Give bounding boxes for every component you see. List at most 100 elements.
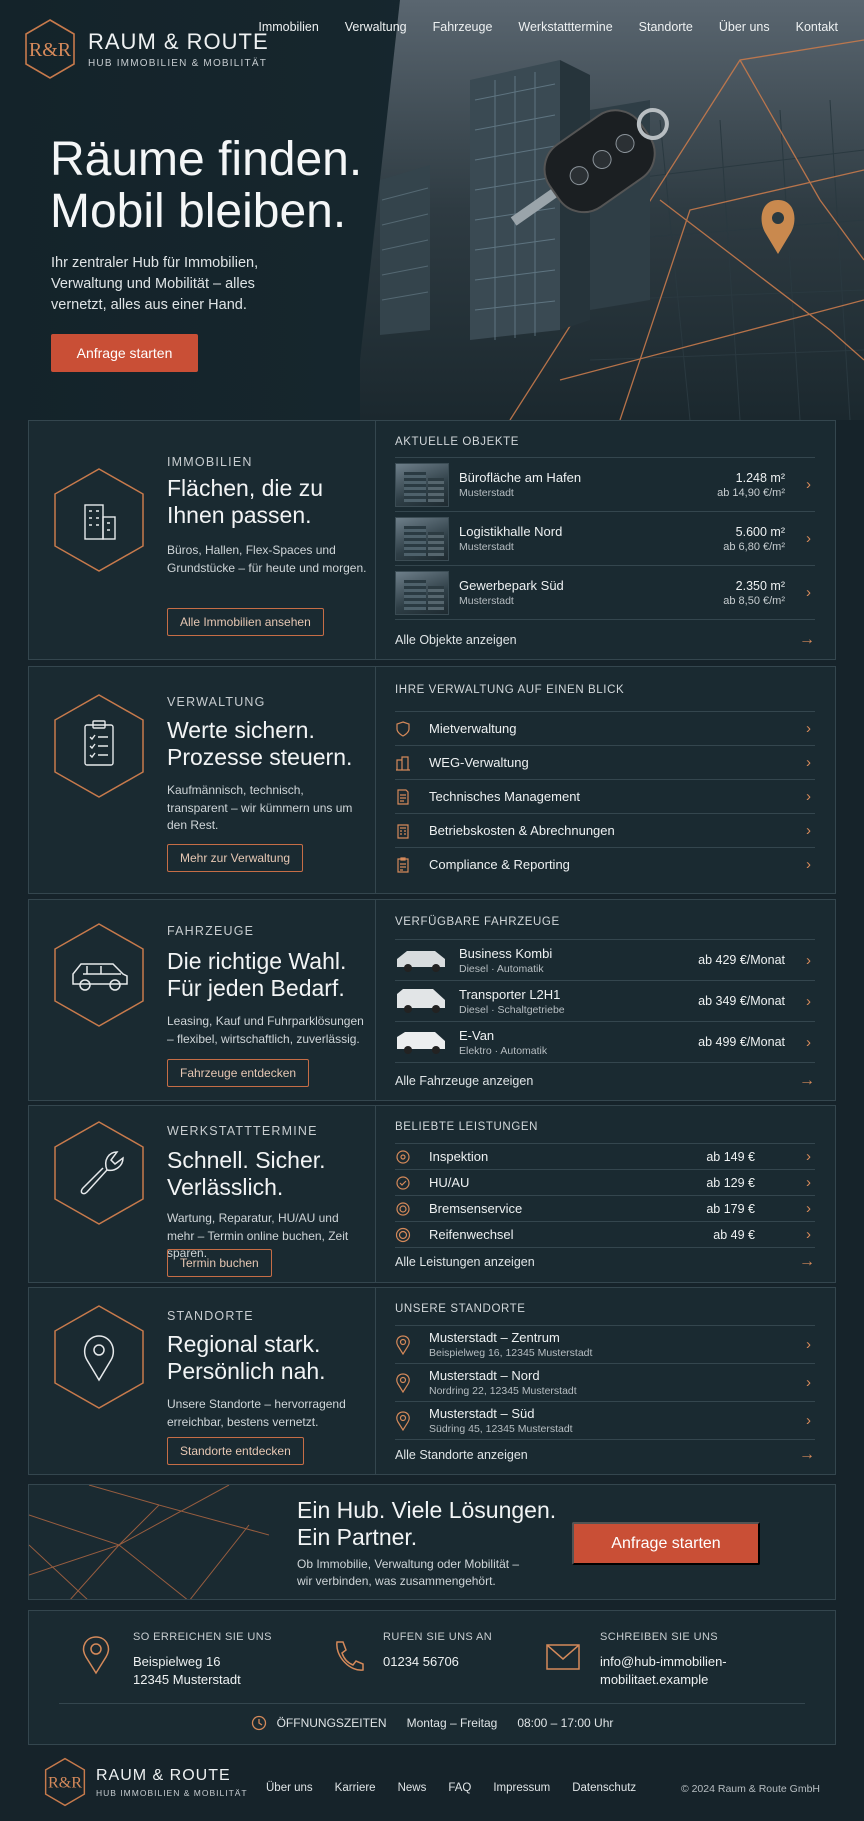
- footer-logo[interactable]: R&R RAUM & ROUTE HUB IMMOBILIEN & MOBILI…: [44, 1757, 248, 1807]
- section-verwaltung: VERWALTUNG Werte sichern. Prozesse steue…: [28, 666, 836, 894]
- arrow-right-icon: →: [799, 1072, 815, 1089]
- contact-phone[interactable]: RUFEN SIE UNS AN 01234 56706: [383, 1631, 492, 1671]
- nav-verwaltung[interactable]: Verwaltung: [345, 20, 407, 34]
- brand-subtitle: HUB IMMOBILIEN & MOBILITÄT: [88, 58, 267, 69]
- hero-text: Ihr zentraler Hub für Immobilien, Verwal…: [51, 255, 259, 313]
- list-item[interactable]: Bürofläche am Hafen Musterstadt 1.248 m²…: [395, 457, 815, 511]
- list-item[interactable]: Transporter L2H1 Diesel · Schaltgetriebe …: [395, 980, 815, 1021]
- fahrzeuge-all-link[interactable]: Alle Fahrzeuge anzeigen →: [395, 1072, 815, 1089]
- list-item[interactable]: Mietverwaltung ›: [395, 711, 815, 745]
- chevron-right-icon: ›: [806, 476, 811, 493]
- location-pin-icon: [396, 1372, 410, 1393]
- property-thumbnail: [395, 516, 449, 561]
- list-item[interactable]: Musterstadt – Zentrum Beispielweg 16, 123…: [395, 1325, 815, 1363]
- list-item[interactable]: Technisches Management ›: [395, 779, 815, 813]
- standorte-text: Unsere Standorte – hervorragend erreichb…: [167, 1397, 346, 1429]
- verwaltung-more-button[interactable]: Mehr zur Verwaltung: [167, 844, 304, 872]
- footer-link-faq[interactable]: FAQ: [448, 1782, 471, 1794]
- standorte-list-heading: UNSERE STANDORTE: [395, 1303, 526, 1315]
- list-item[interactable]: Inspektion ab 149 € ›: [395, 1143, 815, 1169]
- nav-kontakt[interactable]: Kontakt: [796, 20, 838, 34]
- chevron-right-icon: ›: [806, 1148, 811, 1165]
- list-item[interactable]: E-Van Elektro · Automatik ab 499 €/Monat …: [395, 1021, 815, 1062]
- hero-title-line1: Räume finden.: [50, 133, 363, 186]
- car-icon: [54, 923, 144, 1027]
- chevron-right-icon: ›: [806, 1200, 811, 1217]
- hero-request-button[interactable]: Anfrage starten: [51, 334, 198, 372]
- cta-text: Ob Immobilie, Verwaltung oder Mobilität …: [297, 1557, 520, 1588]
- location-pin-icon: [82, 1636, 110, 1675]
- nav-fahrzeuge[interactable]: Fahrzeuge: [433, 20, 493, 34]
- logo-hexagon-icon: R&R: [25, 19, 75, 79]
- chevron-right-icon: ›: [806, 584, 811, 601]
- chevron-right-icon: ›: [806, 856, 811, 873]
- section-immobilien: IMMOBILIEN Flächen, die zu Ihnen passen.…: [28, 420, 836, 660]
- report-icon: [397, 856, 409, 873]
- arrow-right-icon: →: [799, 1446, 815, 1463]
- buildings-icon: [396, 755, 410, 771]
- immobilien-all-link[interactable]: Alle Objekte anzeigen →: [395, 631, 815, 648]
- clock-icon: [251, 1715, 266, 1731]
- document-icon: [397, 788, 409, 805]
- chevron-right-icon: ›: [806, 720, 811, 737]
- chevron-right-icon: ›: [806, 1336, 811, 1353]
- location-pin-icon: [396, 1410, 410, 1431]
- footer-nav: Über uns Karriere News FAQ Impressum Dat…: [266, 1782, 636, 1794]
- list-item[interactable]: Betriebskosten & Abrechnungen ›: [395, 813, 815, 847]
- list-item[interactable]: Reifenwechsel ab 49 € ›: [395, 1221, 815, 1247]
- list-item[interactable]: Logistikhalle Nord Musterstadt 5.600 m² a…: [395, 511, 815, 565]
- list-item[interactable]: Musterstadt – Süd Südring 45, 12345 Muste…: [395, 1401, 815, 1439]
- phone-icon: [336, 1641, 364, 1671]
- nav-immobilien[interactable]: Immobilien: [258, 20, 318, 34]
- contact-section: SO ERREICHEN SIE UNS Beispielweg 16 12345…: [28, 1610, 836, 1745]
- list-item[interactable]: Compliance & Reporting ›: [395, 847, 815, 881]
- vehicle-thumbnail: [397, 1032, 445, 1054]
- brand-logo[interactable]: R&R RAUM & ROUTE HUB IMMOBILIEN & MOBILI…: [24, 18, 269, 80]
- nav-ueber-uns[interactable]: Über uns: [719, 20, 770, 34]
- chevron-right-icon: ›: [806, 530, 811, 547]
- footer-link-news[interactable]: News: [398, 1782, 427, 1794]
- chevron-right-icon: ›: [806, 992, 811, 1010]
- chevron-right-icon: ›: [806, 754, 811, 771]
- hero-image: [360, 0, 864, 420]
- list-item[interactable]: HU/AU ab 129 € ›: [395, 1169, 815, 1195]
- property-thumbnail: [395, 570, 449, 615]
- list-item[interactable]: Gewerbepark Süd Musterstadt 2.350 m² ab 8…: [395, 565, 815, 619]
- footer-link-datenschutz[interactable]: Datenschutz: [572, 1782, 636, 1794]
- fahrzeuge-discover-button[interactable]: Fahrzeuge entdecken: [167, 1059, 310, 1087]
- vehicle-thumbnail: [397, 989, 445, 1013]
- standorte-discover-button[interactable]: Standorte entdecken: [167, 1437, 304, 1465]
- location-pin-icon: [54, 1305, 144, 1409]
- list-item[interactable]: Bremsenservice ab 179 € ›: [395, 1195, 815, 1221]
- werkstatt-all-link[interactable]: Alle Leistungen anzeigen →: [395, 1253, 815, 1270]
- list-item[interactable]: Business Kombi Diesel · Automatik ab 429 …: [395, 939, 815, 980]
- verwaltung-list-heading: IHRE VERWALTUNG AUF EINEN BLICK: [395, 684, 625, 696]
- calculator-icon: [397, 823, 409, 839]
- verwaltung-eyebrow: VERWALTUNG: [167, 695, 266, 709]
- section-fahrzeuge: FAHRZEUGE Die richtige Wahl. Für jeden B…: [28, 899, 836, 1101]
- opening-hours: ÖFFNUNGSZEITEN Montag – Freitag 08:00 – …: [29, 1715, 835, 1731]
- standorte-all-link[interactable]: Alle Standorte anzeigen →: [395, 1446, 815, 1463]
- werkstatt-book-button[interactable]: Termin buchen: [167, 1249, 272, 1277]
- list-item[interactable]: WEG-Verwaltung ›: [395, 745, 815, 779]
- immobilien-all-button[interactable]: Alle Immobilien ansehen: [167, 608, 324, 636]
- svg-text:R&R: R&R: [29, 39, 72, 61]
- contact-address: SO ERREICHEN SIE UNS Beispielweg 16 12345…: [133, 1631, 272, 1687]
- footer-link-karriere[interactable]: Karriere: [335, 1782, 376, 1794]
- fahrzeuge-list-heading: VERFÜGBARE FAHRZEUGE: [395, 916, 560, 928]
- footer-link-impressum[interactable]: Impressum: [493, 1782, 550, 1794]
- footer-link-ueber-uns[interactable]: Über uns: [266, 1782, 313, 1794]
- nav-standorte[interactable]: Standorte: [639, 20, 693, 34]
- immobilien-text: Büros, Hallen, Flex-Spaces und Grundstüc…: [167, 543, 367, 575]
- contact-mail[interactable]: SCHREIBEN SIE UNS info@hub-immobilien-mo…: [600, 1631, 727, 1689]
- cta-banner: Ein Hub. Viele Lösungen. Ein Partner. Ob…: [28, 1484, 836, 1600]
- nav-werkstatttermine[interactable]: Werkstatttermine: [518, 20, 612, 34]
- site-footer: R&R RAUM & ROUTE HUB IMMOBILIEN & MOBILI…: [0, 1755, 864, 1821]
- brake-icon: [396, 1201, 410, 1216]
- list-item[interactable]: Musterstadt – Nord Nordring 22, 12345 Mus…: [395, 1363, 815, 1401]
- tire-icon: [395, 1227, 411, 1242]
- immobilien-title: Flächen, die zu Ihnen passen.: [167, 475, 323, 528]
- cta-request-button[interactable]: Anfrage starten: [572, 1522, 760, 1565]
- chevron-right-icon: ›: [806, 1174, 811, 1191]
- verwaltung-title: Werte sichern. Prozesse steuern.: [167, 717, 353, 770]
